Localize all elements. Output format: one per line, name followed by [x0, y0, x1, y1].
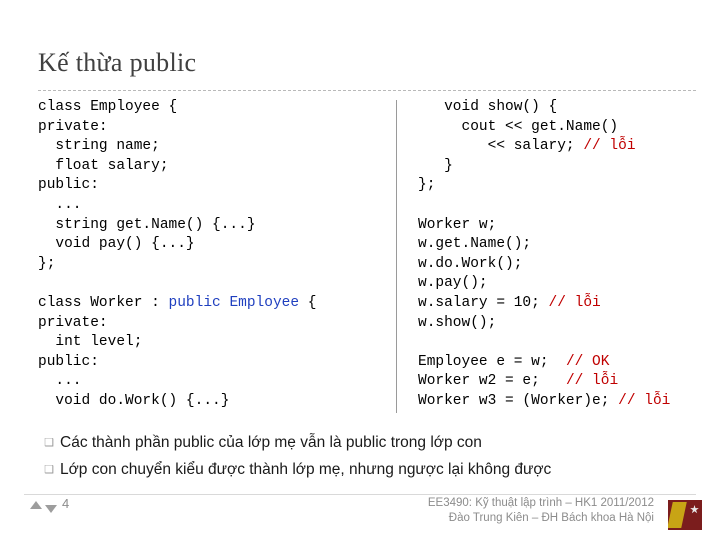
code-line: cout << get.Name() — [418, 118, 708, 138]
code-token: void pay() {...} — [38, 236, 195, 253]
code-line: w.show(); — [418, 314, 708, 334]
code-line: void show() { — [418, 98, 708, 118]
code-line: string name; — [38, 137, 358, 157]
code-token: // lỗi — [618, 392, 671, 409]
code-token: // lỗi — [583, 138, 636, 155]
code-token: Employee e = w; — [418, 353, 566, 370]
code-token: }; — [418, 177, 436, 194]
code-token: { — [299, 294, 317, 311]
list-item: ❑ Lớp con chuyển kiểu được thành lớp mẹ,… — [38, 459, 698, 481]
footer-credit: EE3490: Kỹ thuật lập trình – HK1 2011/20… — [428, 496, 654, 526]
code-line: Worker w3 = (Worker)e; // lỗi — [418, 392, 708, 412]
code-token: string get.Name() {...} — [38, 216, 256, 233]
footer-divider — [24, 494, 696, 495]
code-token: << salary; — [418, 138, 584, 155]
footer-line-1: EE3490: Kỹ thuật lập trình – HK1 2011/20… — [427, 497, 654, 509]
code-token: class Worker : — [38, 294, 169, 311]
code-token: w.salary = 10; — [418, 294, 549, 311]
code-token: // OK — [565, 353, 610, 370]
code-line: ... — [38, 196, 358, 216]
code-token: // lỗi — [548, 294, 601, 311]
code-token: class Employee { — [38, 99, 178, 115]
bullet-marker-icon: ❑ — [44, 437, 54, 449]
code-line: int level; — [38, 333, 358, 353]
code-token: // lỗi — [565, 373, 619, 390]
code-token: w.show(); — [418, 314, 497, 331]
slide-number: 4 — [62, 496, 70, 511]
slide: Kế thừa public class Employee { private: … — [0, 0, 720, 540]
code-line: private: — [38, 118, 358, 138]
university-logo — [668, 500, 702, 530]
code-line: class Worker : public Employee { — [38, 294, 358, 314]
code-token: Worker w3 = (Worker)e; — [418, 392, 619, 409]
code-line: void pay() {...} — [38, 235, 358, 255]
arrow-up-icon[interactable] — [30, 501, 42, 509]
code-token: private: — [38, 314, 108, 331]
code-token: float salary; — [38, 157, 169, 174]
code-line: }; — [418, 176, 708, 196]
code-column-divider — [396, 100, 397, 413]
code-line: public: — [38, 176, 358, 196]
code-line: w.pay(); — [418, 274, 708, 294]
code-block-right: void show() { cout << get.Name() << sala… — [418, 98, 708, 412]
code-token: string name; — [38, 138, 160, 155]
code-token: Worker w2 = e; — [418, 373, 566, 390]
code-line: float salary; — [38, 157, 358, 177]
code-token: w.pay(); — [418, 275, 488, 292]
code-line: w.do.Work(); — [418, 255, 708, 275]
nav-arrows[interactable] — [30, 501, 57, 513]
code-token: cout << get.Name() — [418, 118, 619, 135]
arrow-down-icon[interactable] — [45, 505, 57, 513]
code-line: void do.Work() {...} — [38, 392, 358, 412]
slide-footer: 4 EE3490: Kỹ thuật lập trình – HK1 2011/… — [0, 494, 720, 540]
code-block-left: class Employee { private: string name; fl… — [38, 98, 358, 412]
code-token: void show() { — [418, 99, 558, 115]
code-line: private: — [38, 314, 358, 334]
code-line: class Employee { — [38, 98, 358, 118]
code-line: }; — [38, 255, 358, 275]
bullet-text: Các thành phần public của lớp mẹ vẫn là … — [60, 434, 482, 451]
code-token: private: — [38, 118, 108, 135]
code-line: Worker w2 = e; // lỗi — [418, 372, 708, 392]
code-line: ... — [38, 372, 358, 392]
code-token: ... — [38, 196, 82, 213]
code-line: << salary; // lỗi — [418, 137, 708, 157]
code-token: ... — [38, 373, 82, 390]
code-token: void do.Work() {...} — [38, 392, 230, 409]
title-divider — [38, 90, 696, 91]
code-line: public: — [38, 353, 358, 373]
code-token: int level; — [38, 334, 143, 351]
code-line: w.salary = 10; // lỗi — [418, 294, 708, 314]
page-title: Kế thừa public — [38, 48, 197, 77]
code-area: class Employee { private: string name; fl… — [38, 98, 688, 418]
code-token: public: — [38, 353, 99, 370]
code-line: Employee e = w; // OK — [418, 353, 708, 373]
code-line: Worker w; — [418, 216, 708, 236]
code-line: string get.Name() {...} — [38, 216, 358, 236]
code-token: w.do.Work(); — [418, 255, 523, 272]
code-token: }; — [38, 255, 56, 272]
code-line: } — [418, 157, 708, 177]
code-token: Worker w; — [418, 216, 497, 233]
list-item: ❑ Các thành phần public của lớp mẹ vẫn l… — [38, 432, 698, 454]
code-token: w.get.Name(); — [418, 236, 532, 253]
bullet-text: Lớp con chuyển kiểu được thành lớp mẹ, n… — [60, 461, 552, 478]
footer-line-2: Đào Trung Kiên – ĐH Bách khoa Hà Nội — [448, 512, 654, 524]
bullet-list: ❑ Các thành phần public của lớp mẹ vẫn l… — [38, 432, 698, 486]
code-line: w.get.Name(); — [418, 235, 708, 255]
code-token: } — [418, 157, 453, 174]
code-token: public: — [38, 177, 99, 194]
bullet-marker-icon: ❑ — [44, 464, 54, 476]
code-token: public Employee — [168, 294, 300, 311]
